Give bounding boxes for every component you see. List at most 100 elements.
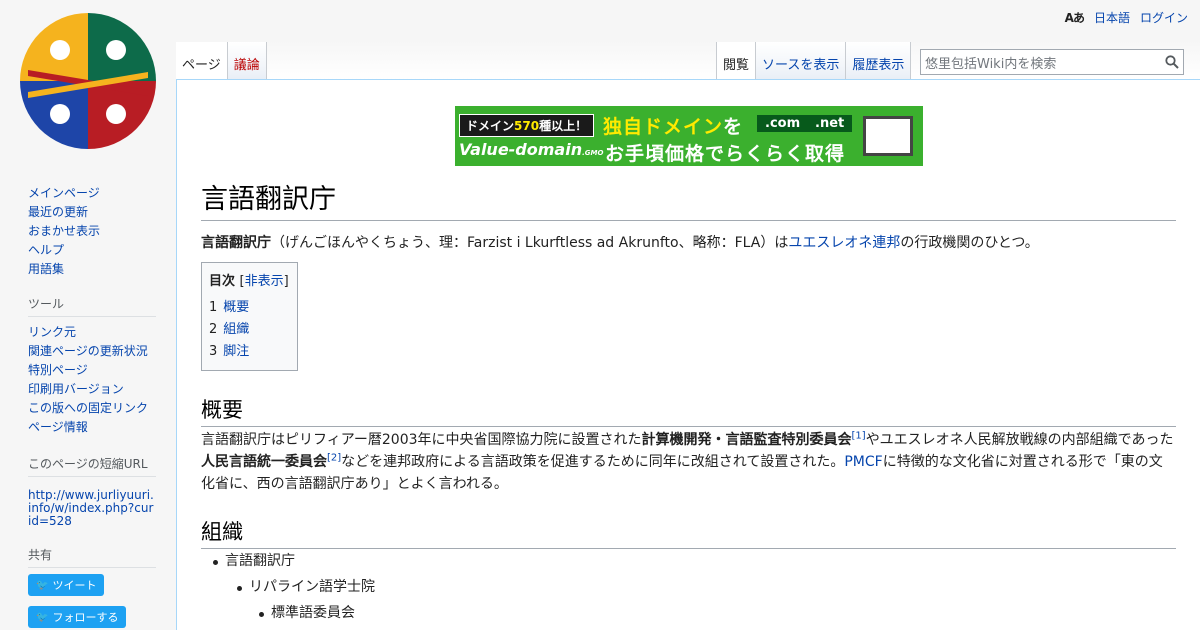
list-item: 標準語委員会 xyxy=(257,603,355,623)
shorturl-link[interactable]: http://www.jurliyuuri.info/w/index.php?c… xyxy=(28,489,156,528)
banner-badge: ドメイン570種以上！ xyxy=(459,114,595,137)
lead-link-federation[interactable]: ユエスレオネ連邦 xyxy=(788,235,900,251)
tab-read-label: 閲覧 xyxy=(723,58,750,73)
monitor-icon xyxy=(863,116,913,156)
banner-brand-suffix: .GMO xyxy=(582,149,604,157)
sidebar-item-label: ヘルプ xyxy=(28,243,65,257)
advertisement-banner[interactable]: ドメイン570種以上！ 独自ドメインを .com .net Value-doma… xyxy=(455,106,923,166)
shorturl-heading: このページの短縮URL xyxy=(28,455,156,477)
search-placeholder: 悠里包括Wiki内を検索 xyxy=(925,56,1057,72)
toc-item[interactable]: 3 脚注 xyxy=(209,341,290,363)
lead-text: の行政機関のひとつ。 xyxy=(900,235,1039,251)
toc-text: 概要 xyxy=(223,300,250,315)
footnote-ref[interactable]: [1] xyxy=(852,430,866,441)
site-logo[interactable] xyxy=(18,12,158,150)
sidebar-item-label: ページ情報 xyxy=(28,420,88,434)
banner-tagline: お手頃価格でらくらく取得 xyxy=(605,143,846,165)
sidebar-item-what-links-here[interactable]: リンク元 xyxy=(28,323,156,342)
section-heading-organization: 組織 xyxy=(201,516,1176,549)
toc-toggle-label: 非表示 xyxy=(244,274,284,289)
toc-title-text: 目次 xyxy=(209,274,236,289)
lead-bold-term: 言語翻訳庁 xyxy=(201,235,271,251)
body-text: 言語翻訳庁はピリフィアー暦2003年に中央省国際協力院に設置された xyxy=(201,432,642,448)
sidebar: メインページ 最近の更新 おまかせ表示 ヘルプ 用語集 ツール リンク元 関連ペ… xyxy=(0,180,176,630)
org-list-level2: リパライン語学士院 xyxy=(235,577,375,597)
banner-domain-com: .com xyxy=(757,115,809,132)
namespace-tabs: ページ 議論 xyxy=(176,42,267,80)
tools-heading: ツール xyxy=(28,295,156,317)
page-title: 言語翻訳庁 xyxy=(201,177,1176,221)
toc-text: 組織 xyxy=(223,322,250,337)
sidebar-item-permalink[interactable]: この版への固定リンク xyxy=(28,399,156,418)
bold-term: 計算機開発・言語監査特別委員会 xyxy=(641,432,852,448)
list-item-text: 言語翻訳庁 xyxy=(225,553,295,569)
tab-page[interactable]: ページ xyxy=(176,42,227,80)
sidebar-item-related-changes[interactable]: 関連ページの更新状況 xyxy=(28,342,156,361)
sidebar-item-random[interactable]: おまかせ表示 xyxy=(28,222,156,241)
tab-talk[interactable]: 議論 xyxy=(226,42,267,80)
sidebar-item-label: リンク元 xyxy=(28,325,77,339)
section-heading-overview: 概要 xyxy=(201,394,1176,427)
sidebar-item-label: 特別ページ xyxy=(28,363,88,377)
follow-button[interactable]: 🐦 フォローする xyxy=(28,606,127,628)
main-content: ドメイン570種以上！ 独自ドメインを .com .net Value-doma… xyxy=(176,79,1200,630)
sidebar-item-main-page[interactable]: メインページ xyxy=(28,184,156,203)
twitter-bird-icon: 🐦 xyxy=(36,579,49,591)
tweet-button[interactable]: 🐦 ツイート xyxy=(28,574,105,596)
banner-badge-text: 種以上！ xyxy=(539,119,588,133)
tab-talk-label: 議論 xyxy=(233,58,260,73)
toc-item[interactable]: 2 組織 xyxy=(209,319,290,341)
view-tabs: 閲覧 ソースを表示 履歴表示 xyxy=(716,42,912,80)
tab-view-source-label: ソースを表示 xyxy=(762,58,840,73)
sidebar-item-glossary[interactable]: 用語集 xyxy=(28,260,156,279)
login-link[interactable]: ログイン xyxy=(1140,9,1188,26)
twitter-bird-icon: 🐦 xyxy=(36,611,49,623)
toc-item[interactable]: 1 概要 xyxy=(209,297,290,319)
banner-headline-highlight: 独自ドメイン xyxy=(603,116,724,138)
language-link[interactable]: 日本語 xyxy=(1094,9,1130,26)
toc-number: 1 xyxy=(209,300,218,315)
body-text: などを連邦政府による言語政策を促進するために同年に改組されて設置された。 xyxy=(341,454,845,470)
sidebar-item-label: この版への固定リンク xyxy=(28,401,149,415)
toc-number: 2 xyxy=(209,322,218,337)
sidebar-item-printable[interactable]: 印刷用バージョン xyxy=(28,380,156,399)
list-item: リパライン語学士院 xyxy=(235,577,375,597)
sidebar-item-special-pages[interactable]: 特別ページ xyxy=(28,361,156,380)
table-of-contents: 目次 [非表示] 1 概要 2 組織 3 脚注 xyxy=(201,262,298,371)
tab-history[interactable]: 履歴表示 xyxy=(845,42,912,80)
search-icon[interactable] xyxy=(1165,55,1179,69)
toc-text: 脚注 xyxy=(223,344,250,359)
banner-domain-net: .net xyxy=(807,115,853,132)
banner-brand: Value-domain.GMO xyxy=(459,140,603,159)
banner-badge-text: ドメイン xyxy=(466,119,515,133)
tweet-label: ツイート xyxy=(52,579,97,592)
lead-paragraph: 言語翻訳庁（げんごほんやくちょう、理：Farzist i Lkurftless … xyxy=(201,232,1176,254)
toc-number: 3 xyxy=(209,344,218,359)
sidebar-item-page-info[interactable]: ページ情報 xyxy=(28,418,156,437)
org-list: 言語翻訳庁 xyxy=(211,551,295,571)
toc-bracket: ] xyxy=(283,274,289,289)
list-item-text: リパライン語学士院 xyxy=(249,579,375,595)
language-icon[interactable]: Aあ xyxy=(1065,9,1085,26)
sidebar-shorturl: このページの短縮URL http://www.jurliyuuri.info/w… xyxy=(28,455,156,528)
share-heading: 共有 xyxy=(28,546,156,568)
sidebar-item-label: 関連ページの更新状況 xyxy=(28,344,148,358)
tab-page-label: ページ xyxy=(182,58,221,73)
follow-label: フォローする xyxy=(52,611,119,624)
body-text: やユエスレオネ人民解放戦線の内部組織であった xyxy=(865,432,1174,448)
sidebar-item-recent-changes[interactable]: 最近の更新 xyxy=(28,203,156,222)
sidebar-item-help[interactable]: ヘルプ xyxy=(28,241,156,260)
toc-toggle[interactable]: [非表示] xyxy=(240,274,289,289)
banner-brand-name: Value-domain xyxy=(459,140,583,159)
tab-read[interactable]: 閲覧 xyxy=(716,42,756,80)
banner-headline-particle: を xyxy=(723,116,744,138)
search-input[interactable]: 悠里包括Wiki内を検索 xyxy=(920,49,1184,75)
pmcf-link[interactable]: PMCF xyxy=(844,454,882,470)
sidebar-navigation: メインページ 最近の更新 おまかせ表示 ヘルプ 用語集 xyxy=(28,184,156,279)
list-item: 言語翻訳庁 xyxy=(211,551,295,571)
tab-view-source[interactable]: ソースを表示 xyxy=(755,42,846,80)
footnote-ref[interactable]: [2] xyxy=(327,452,341,463)
tab-history-label: 履歴表示 xyxy=(852,58,905,73)
sidebar-item-label: 用語集 xyxy=(28,262,65,276)
sidebar-item-label: 印刷用バージョン xyxy=(28,382,124,396)
